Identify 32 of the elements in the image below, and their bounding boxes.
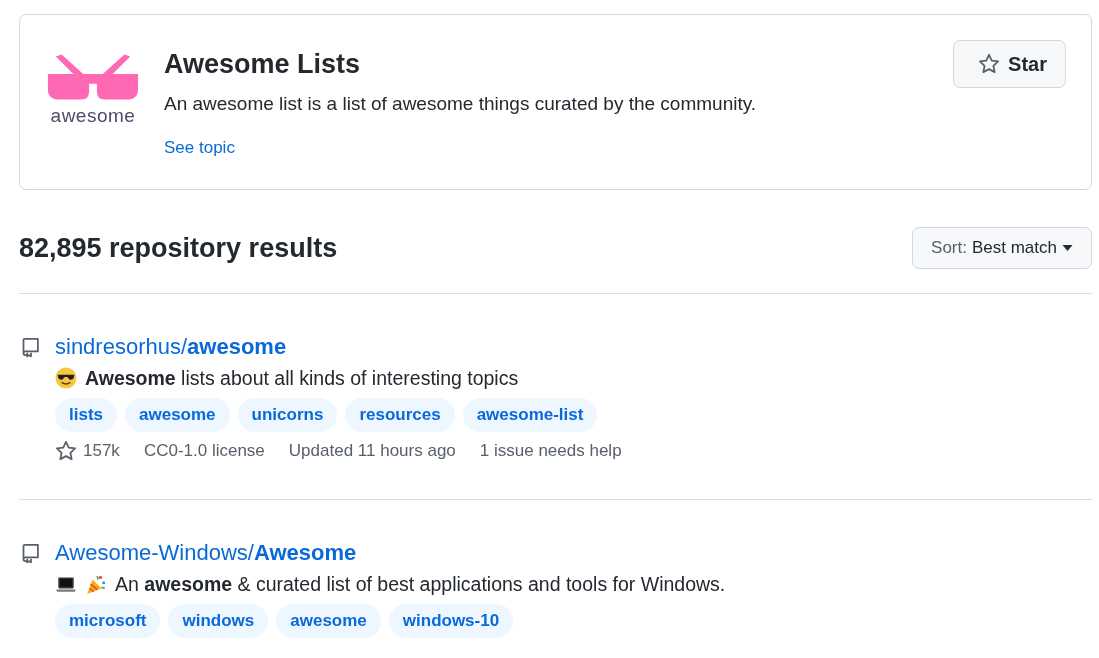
license-text: CC0-1.0 license	[143, 441, 265, 461]
topic-tag[interactable]: awesome	[276, 604, 381, 638]
topic-tag[interactable]: awesome-list	[462, 398, 598, 432]
logo-wordmark: awesome	[50, 106, 136, 125]
topic-tag[interactable]: windows-10	[388, 604, 514, 638]
topic-title: Awesome Lists	[164, 48, 362, 80]
smiling-face-sunglasses-icon	[55, 367, 77, 389]
repository-link[interactable]: Awesome-Windows/Awesome	[55, 540, 357, 565]
repository-link[interactable]: sindresorhus/awesome	[55, 334, 287, 359]
star-button[interactable]: Star	[953, 40, 1066, 88]
star-icon	[55, 440, 77, 462]
star-count[interactable]: 157k	[83, 441, 120, 461]
caret-icon	[1062, 245, 1073, 251]
repository-description: An awesome & curated list of best applications and tools for Windows.	[115, 572, 726, 597]
topic-tag[interactable]: microsoft	[55, 604, 161, 638]
topic-tag[interactable]: windows	[168, 604, 269, 638]
results-heading: 82,895 repository results	[19, 232, 338, 264]
issues-link[interactable]: 1 issue needs help	[479, 441, 622, 461]
topic-tag[interactable]: unicorns	[237, 398, 338, 432]
topic-tag[interactable]: resources	[345, 398, 455, 432]
laptop-icon	[55, 575, 77, 593]
repository-description: Awesome lists about all kinds of interesting topics	[85, 366, 519, 391]
repository-icon	[21, 542, 41, 564]
repository-icon	[21, 336, 41, 358]
star-icon	[978, 53, 1001, 75]
sort-dropdown[interactable]: Sort: Best match	[912, 227, 1092, 269]
updated-time: Updated 11 hours ago	[288, 441, 456, 461]
topic-tag[interactable]: awesome	[125, 398, 230, 432]
see-topic-link[interactable]: See topic	[164, 138, 235, 158]
topic-tag[interactable]: lists	[55, 398, 118, 432]
party-popper-icon	[85, 573, 107, 595]
topic-description: An awesome list is a list of awesome things curated by the community.	[164, 92, 758, 116]
